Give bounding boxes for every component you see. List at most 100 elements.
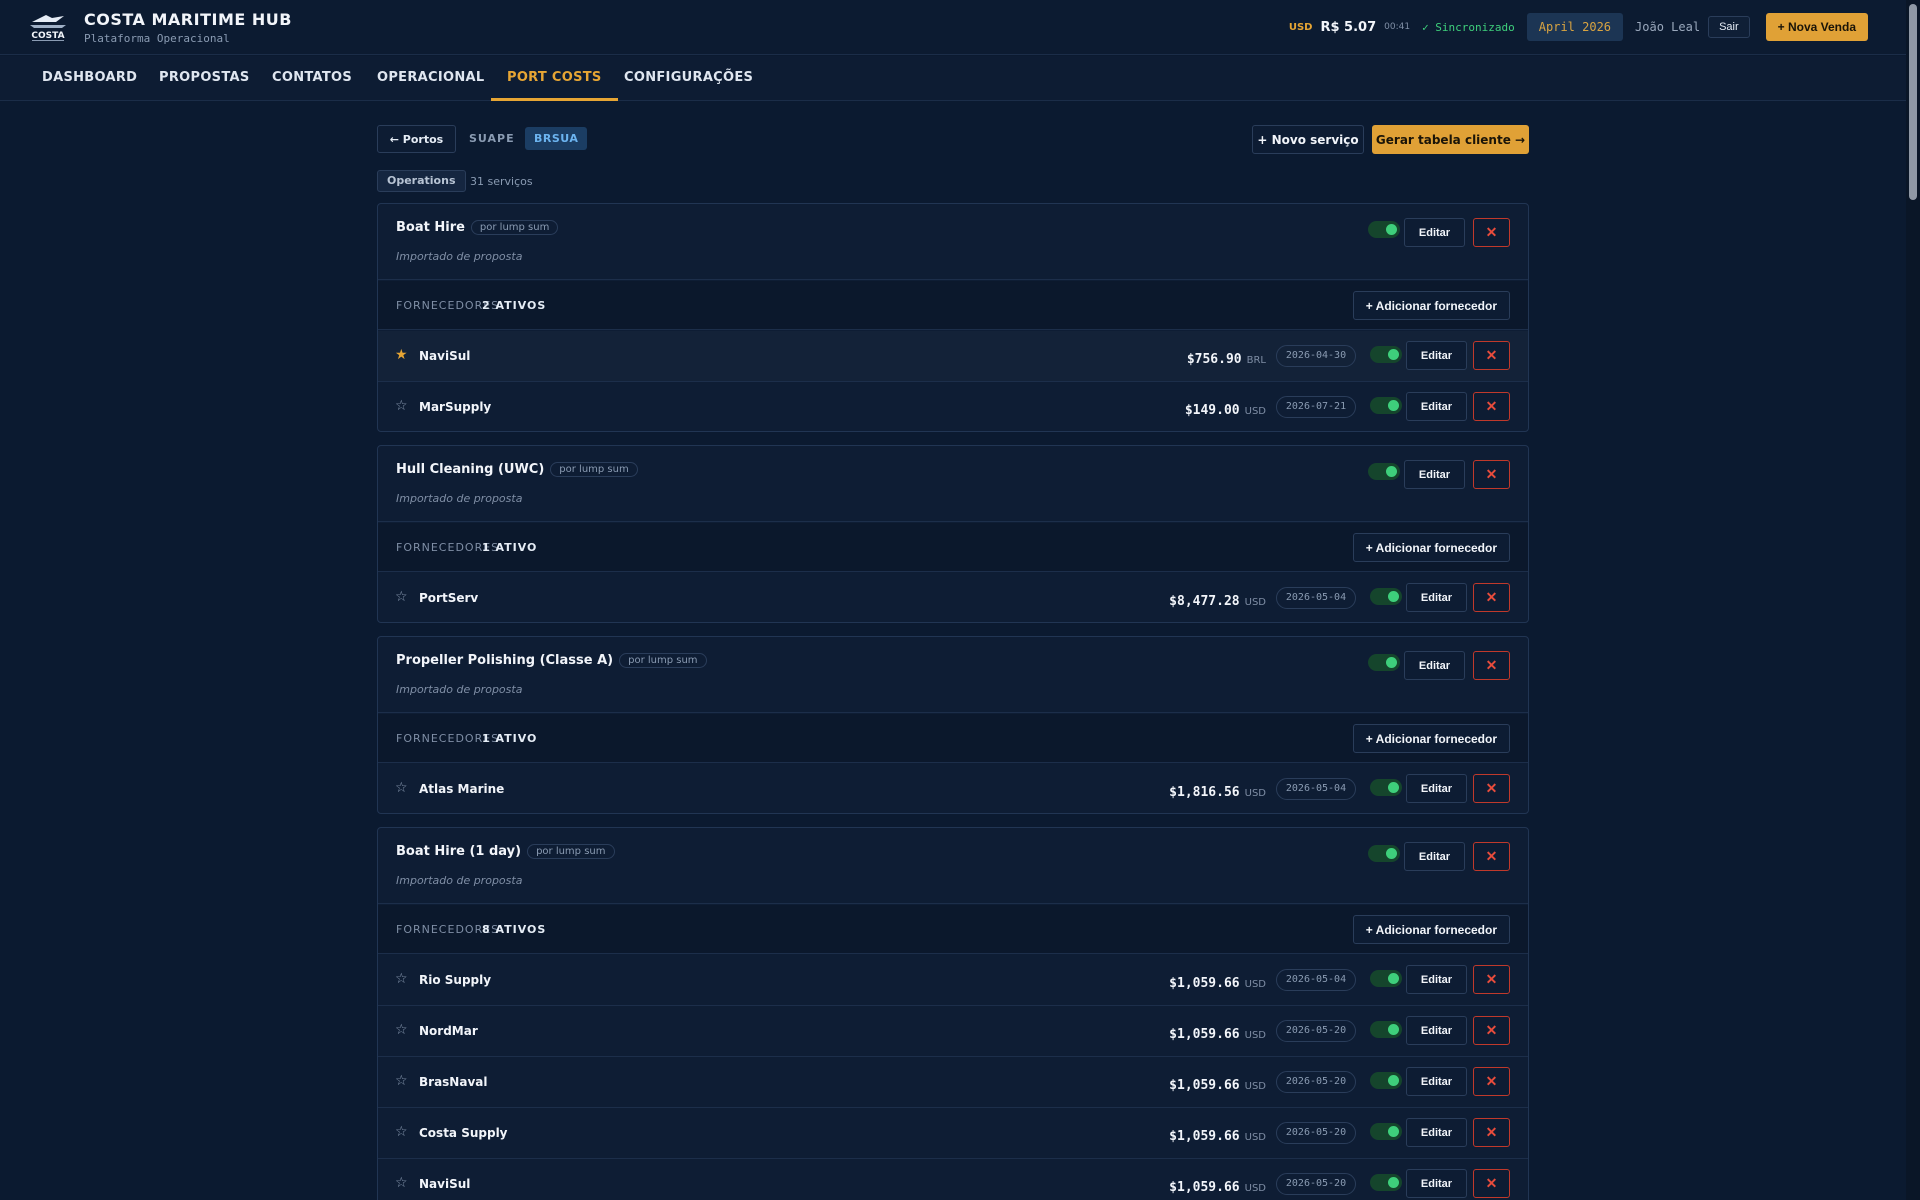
edit-supplier-button[interactable]: Editar — [1406, 1118, 1467, 1147]
service-name-text: Boat Hire (1 day) — [396, 844, 522, 859]
service-name-text: Boat Hire — [396, 220, 465, 235]
active-suppliers-count: 1 ATIVO — [482, 732, 538, 745]
close-icon: ✕ — [1485, 398, 1498, 414]
month-selector[interactable]: April 2026 — [1526, 13, 1624, 41]
edit-service-button[interactable]: Editar — [1404, 460, 1465, 489]
delete-service-button[interactable]: ✕ — [1473, 218, 1510, 247]
nav-port-costs[interactable]: PORT COSTS — [491, 56, 618, 101]
delete-supplier-button[interactable]: ✕ — [1473, 1016, 1510, 1045]
service-active-toggle[interactable] — [1368, 654, 1400, 671]
page-scrollbar[interactable] — [1906, 0, 1920, 1200]
service-unit-badge: por lump sum — [527, 844, 615, 859]
favorite-star-icon[interactable]: ☆ — [395, 398, 408, 414]
validity-date: 2026-04-30 — [1276, 345, 1356, 367]
edit-supplier-button[interactable]: Editar — [1406, 1169, 1467, 1198]
new-sale-button[interactable]: + Nova Venda — [1765, 13, 1868, 41]
add-supplier-button[interactable]: + Adicionar fornecedor — [1352, 915, 1510, 944]
nav-contatos[interactable]: CONTATOS — [272, 56, 352, 100]
add-supplier-button[interactable]: + Adicionar fornecedor — [1352, 533, 1510, 562]
top-header: COSTA COSTA MARITIME HUB Plataforma Oper… — [0, 0, 1906, 55]
supplier-price: $1,059.66 USD — [1169, 1023, 1266, 1042]
close-icon: ✕ — [1485, 1073, 1498, 1089]
supplier-name: NaviSul — [419, 349, 471, 363]
favorite-star-icon[interactable]: ☆ — [395, 780, 408, 796]
supplier-active-toggle[interactable] — [1370, 346, 1402, 363]
edit-supplier-button[interactable]: Editar — [1406, 965, 1467, 994]
generate-client-table-button[interactable]: Gerar tabela cliente → — [1372, 125, 1529, 154]
edit-service-button[interactable]: Editar — [1404, 842, 1465, 871]
edit-supplier-button[interactable]: Editar — [1406, 774, 1467, 803]
favorite-star-icon[interactable]: ☆ — [395, 1124, 408, 1140]
suppliers-bar: FORNECEDORES 2 ATIVOS + Adicionar forneced… — [378, 281, 1528, 330]
delete-supplier-button[interactable]: ✕ — [1473, 965, 1510, 994]
supplier-active-toggle[interactable] — [1370, 397, 1402, 414]
supplier-active-toggle[interactable] — [1370, 779, 1402, 796]
edit-service-button[interactable]: Editar — [1404, 651, 1465, 680]
service-header: Hull Cleaning (UWC) por lump sum Importado… — [378, 446, 1528, 522]
exchange-rate-value: R$ 5.07 — [1320, 19, 1377, 35]
price-value: $756.90 — [1186, 352, 1242, 367]
service-header: Boat Hire por lump sum Importado de propos… — [378, 204, 1528, 280]
delete-service-button[interactable]: ✕ — [1473, 651, 1510, 680]
edit-supplier-button[interactable]: Editar — [1406, 583, 1467, 612]
add-supplier-button[interactable]: + Adicionar fornecedor — [1352, 291, 1510, 320]
delete-supplier-button[interactable]: ✕ — [1473, 1169, 1510, 1198]
service-active-toggle[interactable] — [1368, 463, 1400, 480]
nav-propostas[interactable]: PROPOSTAS — [159, 56, 250, 100]
delete-supplier-button[interactable]: ✕ — [1473, 392, 1510, 421]
logout-button[interactable]: Sair — [1708, 16, 1750, 38]
category-filter-chip[interactable]: Operations — [377, 170, 466, 192]
delete-supplier-button[interactable]: ✕ — [1473, 1067, 1510, 1096]
supplier-price: $756.90 BRL — [1187, 348, 1266, 367]
nav-operacional[interactable]: OPERACIONAL — [377, 56, 484, 100]
delete-service-button[interactable]: ✕ — [1473, 842, 1510, 871]
nav-configuracoes[interactable]: CONFIGURAÇÕES — [624, 56, 753, 100]
toggle-knob — [1388, 591, 1399, 602]
delete-supplier-button[interactable]: ✕ — [1473, 341, 1510, 370]
price-value: $1,059.66 — [1169, 1078, 1240, 1093]
price-currency: USD — [1244, 597, 1266, 608]
service-active-toggle[interactable] — [1368, 221, 1400, 238]
toggle-knob — [1388, 1075, 1399, 1086]
costa-logo-icon[interactable]: COSTA — [26, 10, 70, 44]
favorite-star-icon[interactable]: ☆ — [395, 971, 408, 987]
edit-supplier-button[interactable]: Editar — [1406, 341, 1467, 370]
edit-supplier-button[interactable]: Editar — [1406, 1067, 1467, 1096]
favorite-star-icon[interactable]: ☆ — [395, 1022, 408, 1038]
edit-supplier-button[interactable]: Editar — [1406, 392, 1467, 421]
price-value: $1,059.66 — [1169, 1027, 1240, 1042]
favorite-star-icon[interactable]: ☆ — [395, 589, 408, 605]
back-to-ports-button[interactable]: ← Portos — [377, 125, 456, 153]
port-code-badge: BRSUA — [525, 127, 588, 150]
favorite-star-icon[interactable]: ☆ — [395, 1073, 408, 1089]
delete-supplier-button[interactable]: ✕ — [1473, 1118, 1510, 1147]
favorite-star-icon[interactable]: ★ — [395, 347, 408, 363]
supplier-active-toggle[interactable] — [1370, 1123, 1402, 1140]
supplier-active-toggle[interactable] — [1370, 970, 1402, 987]
service-active-toggle[interactable] — [1368, 845, 1400, 862]
close-icon: ✕ — [1485, 1175, 1498, 1191]
supplier-price: $1,059.66 USD — [1169, 1074, 1266, 1093]
delete-service-button[interactable]: ✕ — [1473, 460, 1510, 489]
supplier-row: ★ NaviSul $756.90 BRL 2026-04-30 Editar ✕ — [378, 331, 1528, 382]
service-name-text: Hull Cleaning (UWC) — [396, 462, 545, 477]
nav-dashboard[interactable]: DASHBOARD — [42, 56, 137, 100]
delete-supplier-button[interactable]: ✕ — [1473, 583, 1510, 612]
supplier-active-toggle[interactable] — [1370, 1174, 1402, 1191]
service-card: Boat Hire por lump sum Importado de propos… — [377, 203, 1529, 432]
supplier-price: $149.00 USD — [1185, 399, 1266, 418]
supplier-active-toggle[interactable] — [1370, 1072, 1402, 1089]
service-note: Importado de proposta — [396, 683, 523, 696]
edit-supplier-button[interactable]: Editar — [1406, 1016, 1467, 1045]
supplier-active-toggle[interactable] — [1370, 588, 1402, 605]
new-service-button[interactable]: + Novo serviço — [1252, 125, 1364, 154]
supplier-active-toggle[interactable] — [1370, 1021, 1402, 1038]
toggle-knob — [1388, 400, 1399, 411]
add-supplier-button[interactable]: + Adicionar fornecedor — [1352, 724, 1510, 753]
price-value: $8,477.28 — [1169, 594, 1240, 609]
edit-service-button[interactable]: Editar — [1404, 218, 1465, 247]
delete-supplier-button[interactable]: ✕ — [1473, 774, 1510, 803]
favorite-star-icon[interactable]: ☆ — [395, 1175, 408, 1191]
scrollbar-thumb[interactable] — [1909, 4, 1917, 200]
validity-date: 2026-07-21 — [1276, 396, 1356, 418]
